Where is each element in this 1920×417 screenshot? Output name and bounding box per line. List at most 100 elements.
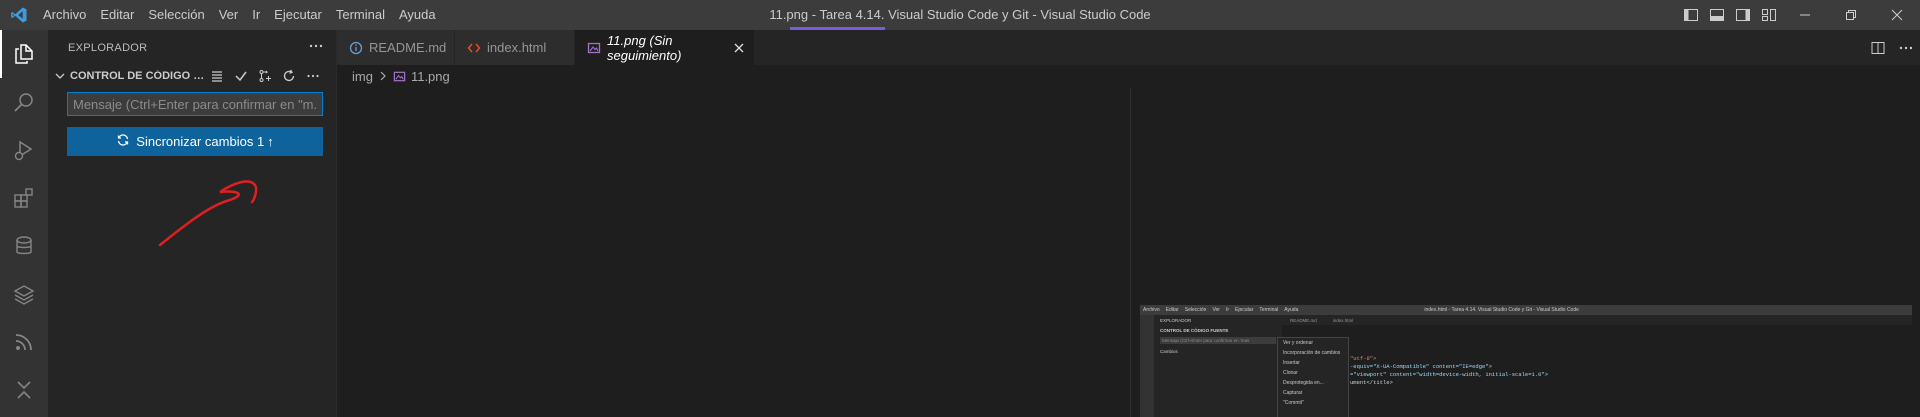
preview-image: Archivo Editar Selección Ver Ir Ejecutar… (1140, 305, 1912, 417)
preview-menu-entry: Ver y ordenar (1283, 340, 1314, 346)
menu-ver[interactable]: Ver (212, 0, 246, 30)
image-preview-divider (1130, 87, 1131, 417)
preview-menu-entry: Desprotegida en... (1283, 380, 1324, 386)
preview-code-line: ="viewport" content="width=device-width,… (1350, 371, 1549, 378)
editor-more-actions-icon[interactable] (1892, 40, 1920, 56)
window-controls (1678, 0, 1920, 30)
sidebar-header: EXPLORADOR (48, 30, 336, 65)
menu-seleccion[interactable]: Selección (141, 0, 211, 30)
menu-bar: Archivo Editar Selección Ver Ir Ejecutar… (36, 0, 443, 30)
image-icon (393, 70, 406, 83)
breadcrumb-folder[interactable]: img (352, 69, 373, 84)
sync-arrow: ↑ (267, 134, 274, 149)
split-editor-icon[interactable] (1864, 40, 1892, 56)
editor-tabs: README.md index.html 11.png (Sin seguimi… (337, 30, 1920, 65)
toggle-panel-icon[interactable] (1707, 0, 1727, 30)
preview-activity-bar (1140, 315, 1154, 417)
tab-11-png[interactable]: 11.png (Sin seguimiento) (575, 30, 755, 65)
menu-ir[interactable]: Ir (245, 0, 267, 30)
preview-window-title: index.html - Tarea 4.14. Visual Studio C… (1424, 307, 1579, 313)
preview-code-line: ument</title> (1350, 379, 1393, 386)
collapse-icon[interactable] (0, 366, 48, 414)
sync-changes-button[interactable]: Sincronizar cambios 1 ↑ (67, 127, 323, 156)
preview-tabs: README.md index.html (1282, 315, 1912, 325)
source-control-section-header[interactable]: CONTROL DE CÓDIGO FUE... (48, 65, 336, 87)
customize-layout-icon[interactable] (1759, 0, 1779, 30)
preview-menu-entry: Incorporación de cambios (1283, 350, 1341, 356)
preview-tab: index.html (1332, 317, 1354, 323)
preview-menu-item: Archivo (1143, 307, 1160, 313)
close-window-button[interactable] (1874, 0, 1920, 30)
run-debug-icon[interactable] (0, 126, 48, 174)
commit-message-input[interactable] (67, 92, 323, 116)
preview-sidebar: EXPLORADOR CONTROL DE CÓDIGO FUENTE Mens… (1154, 315, 1282, 417)
toggle-secondary-sidebar-icon[interactable] (1733, 0, 1753, 30)
more-actions-icon[interactable] (308, 38, 324, 57)
menu-archivo[interactable]: Archivo (36, 0, 93, 30)
html-icon (467, 41, 481, 55)
explorer-icon[interactable] (0, 30, 48, 78)
refresh-icon[interactable] (277, 65, 301, 87)
menu-ayuda[interactable]: Ayuda (392, 0, 443, 30)
preview-code: "utf-8"> -equiv="X-UA-Compatible" content… (1350, 355, 1548, 387)
preview-menu-entry: Capturar (1283, 390, 1303, 396)
menu-ejecutar[interactable]: Ejecutar (267, 0, 329, 30)
menu-terminal[interactable]: Terminal (329, 0, 392, 30)
sync-label: Sincronizar cambios 1 (136, 134, 265, 149)
minimize-button[interactable] (1782, 0, 1828, 30)
preview-titlebar: Archivo Editar Selección Ver Ir Ejecutar… (1140, 305, 1912, 315)
info-icon (349, 41, 363, 55)
preview-commit-input: Mensaje (Ctrl+Enter para confirmar en 'm… (1160, 337, 1276, 344)
section-actions (205, 65, 325, 87)
preview-menu-entry: "Commit" (1283, 400, 1304, 406)
tab-readme[interactable]: README.md (337, 30, 455, 65)
extensions-icon[interactable] (0, 174, 48, 222)
sidebar-title: EXPLORADOR (68, 41, 148, 54)
preview-menu-item: Terminal (1259, 307, 1279, 313)
preview-menu-item: Selección (1184, 307, 1207, 313)
preview-menu-entry: Insertar (1283, 360, 1300, 366)
preview-context-menu: Ver y ordenar Incorporación de cambios I… (1277, 337, 1349, 417)
activity-bar (0, 30, 48, 417)
preview-menu-item: Ejecutar (1235, 307, 1254, 313)
preview-menu-item: Ir (1225, 307, 1230, 313)
chevron-right-icon (378, 71, 388, 81)
restore-button[interactable] (1828, 0, 1874, 30)
section-title: CONTROL DE CÓDIGO FUE... (70, 70, 205, 82)
preview-code-line: "utf-8"> (1350, 355, 1377, 362)
rss-icon[interactable] (0, 318, 48, 366)
preview-menu-item: Ayuda (1284, 307, 1299, 313)
preview-code-line: -equiv="X-UA-Compatible" content="IE=edg… (1350, 363, 1492, 370)
red-annotation-arrow (158, 180, 258, 247)
tab-label: 11.png (Sin seguimiento) (607, 32, 682, 63)
vscode-logo-icon (2, 0, 36, 30)
chevron-down-icon (54, 70, 70, 82)
preview-changes-label: Cambios (1160, 349, 1178, 354)
preview-sidebar-section: CONTROL DE CÓDIGO FUENTE (1160, 328, 1229, 333)
tab-index-html[interactable]: index.html (455, 30, 575, 65)
preview-tab: README.md (1290, 317, 1317, 323)
tab-label: README.md (369, 40, 447, 55)
pull-request-icon[interactable] (253, 65, 277, 87)
image-icon (587, 41, 601, 55)
close-tab-icon[interactable] (734, 43, 744, 53)
layers-icon[interactable] (0, 270, 48, 318)
preview-menu-entry: Clonar (1283, 370, 1298, 376)
breadcrumb-file[interactable]: 11.png (411, 69, 450, 84)
preview-menu-item: Editar (1165, 307, 1179, 313)
breadcrumb: img 11.png (337, 65, 450, 87)
menu-editar[interactable]: Editar (93, 0, 141, 30)
sidebar: EXPLORADOR CONTROL DE CÓDIGO FUE... Sinc… (48, 30, 337, 417)
commit-check-icon[interactable] (229, 65, 253, 87)
tab-actions (1864, 30, 1920, 65)
title-bar: Archivo Editar Selección Ver Ir Ejecutar… (0, 0, 1920, 30)
list-view-icon[interactable] (205, 65, 229, 87)
toggle-sidebar-icon[interactable] (1681, 0, 1701, 30)
database-icon[interactable] (0, 222, 48, 270)
search-icon[interactable] (0, 78, 48, 126)
sync-icon (116, 133, 130, 150)
preview-menu-item: Ver (1212, 307, 1220, 313)
tab-label: index.html (487, 40, 547, 55)
preview-sidebar-header: EXPLORADOR (1160, 318, 1192, 323)
more-section-actions-icon[interactable] (301, 65, 325, 87)
